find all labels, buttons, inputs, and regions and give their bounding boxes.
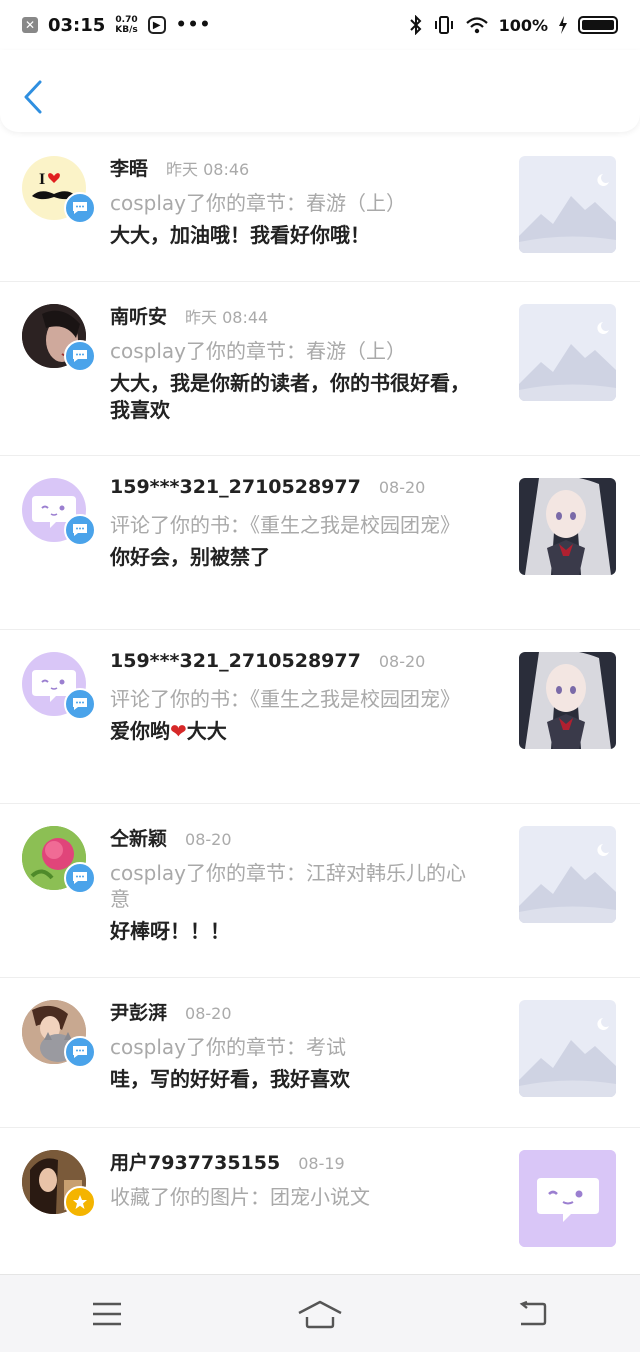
activity-text: cosplay了你的章节：江辞对韩乐儿的心意 — [110, 861, 466, 911]
network-speed: 0.70 KB/s — [115, 15, 138, 35]
timestamp: 08-19 — [298, 1154, 345, 1173]
list-item[interactable]: 尹彭湃 08-20 cosplay了你的章节：考试 哇，写的好好看，我好喜欢 — [0, 978, 640, 1128]
status-bar: ✕ 03:15 0.70 KB/s ▶ ••• 100% — [0, 0, 640, 50]
avatar[interactable] — [22, 1150, 96, 1218]
chat-badge-icon — [64, 192, 96, 224]
mountain-placeholder-thumbnail[interactable] — [519, 1000, 616, 1097]
bluetooth-icon — [409, 15, 421, 35]
list-item[interactable]: 南听安 昨天 08:44 cosplay了你的章节：春游（上） 大大，我是你新的… — [0, 282, 640, 456]
user-name[interactable]: 李晤 — [110, 154, 148, 181]
list-item[interactable]: 159***321_2710528977 08-20 评论了你的书：《重生之我是… — [0, 456, 640, 630]
activity-text: cosplay了你的章节：考试 — [110, 1035, 346, 1059]
chevron-left-icon — [24, 80, 42, 114]
more-notifications-icon: ••• — [175, 15, 212, 35]
timestamp: 08-20 — [378, 652, 426, 671]
media-icon: ▶ — [147, 16, 166, 34]
user-name[interactable]: 尹彭湃 — [110, 998, 167, 1025]
user-name[interactable]: 159***321_2710528977 — [110, 476, 361, 498]
activity-text: 评论了你的书：《重生之我是校园团宠》 — [110, 513, 460, 537]
comment-text: 大大，我是你新的读者，你的书很好看，我喜欢 — [110, 371, 470, 422]
timestamp: 08-20 — [185, 1004, 232, 1023]
comment-text: 哇，写的好好看，我好喜欢 — [110, 1067, 350, 1091]
chat-badge-icon — [64, 340, 96, 372]
menu-button[interactable] — [77, 1294, 137, 1334]
avatar[interactable] — [22, 478, 96, 546]
list-item[interactable]: 159***321_2710528977 08-20 评论了你的书：《重生之我是… — [0, 630, 640, 804]
charging-icon — [559, 16, 567, 34]
timestamp: 08-20 — [378, 478, 426, 497]
timestamp: 昨天 08:46 — [166, 160, 250, 179]
svg-text:I: I — [39, 171, 45, 188]
menu-icon — [92, 1302, 121, 1325]
home-icon — [298, 1300, 342, 1328]
system-nav-bar — [0, 1274, 640, 1352]
mountain-placeholder-thumbnail[interactable] — [519, 304, 616, 401]
avatar[interactable]: I — [22, 156, 96, 224]
user-name[interactable]: 仝新颖 — [110, 824, 167, 851]
anime-girl-thumbnail[interactable] — [519, 478, 616, 575]
chat-badge-icon — [64, 862, 96, 894]
chat-badge-icon — [64, 688, 96, 720]
home-button[interactable] — [290, 1294, 350, 1334]
mountain-placeholder-thumbnail[interactable] — [519, 826, 616, 923]
wifi-icon — [465, 17, 488, 34]
user-name[interactable]: 159***321_2710528977 — [110, 650, 361, 672]
notification-list: I 李晤 昨天 08:46 cosplay了你的章节：春游（上） 大大，加油哦！… — [0, 134, 640, 1272]
avatar[interactable] — [22, 304, 96, 372]
activity-text: cosplay了你的章节：春游（上） — [110, 191, 406, 215]
user-name[interactable]: 南听安 — [110, 302, 167, 329]
battery-percent: 100% — [498, 15, 548, 35]
avatar[interactable] — [22, 652, 96, 720]
timestamp: 昨天 08:44 — [185, 308, 269, 327]
chat-bubble-placeholder-thumbnail[interactable] — [519, 1150, 616, 1247]
chat-badge-icon — [64, 1036, 96, 1068]
anime-girl-thumbnail[interactable] — [519, 652, 616, 749]
status-time: 03:15 — [48, 14, 106, 36]
list-item[interactable]: 用户7937735155 08-19 收藏了你的图片：团宠小说文 — [0, 1128, 640, 1272]
list-item[interactable]: I 李晤 昨天 08:46 cosplay了你的章节：春游（上） 大大，加油哦！… — [0, 134, 640, 282]
comment-text: 你好会，别被禁了 — [110, 545, 270, 569]
comment-text: 大大，加油哦！我看好你哦！ — [110, 223, 370, 247]
header — [0, 50, 640, 132]
notification-icon: ✕ — [22, 17, 38, 33]
avatar[interactable] — [22, 826, 96, 894]
back-icon — [519, 1300, 547, 1325]
activity-text: 收藏了你的图片：团宠小说文 — [110, 1185, 370, 1209]
timestamp: 08-20 — [185, 830, 232, 849]
activity-text: cosplay了你的章节：春游（上） — [110, 339, 406, 363]
mountain-placeholder-thumbnail[interactable] — [519, 156, 616, 253]
back-button[interactable] — [18, 78, 54, 118]
vibrate-icon — [434, 16, 453, 34]
avatar[interactable] — [22, 1000, 96, 1068]
activity-text: 评论了你的书：《重生之我是校园团宠》 — [110, 687, 460, 711]
chat-badge-icon — [64, 514, 96, 546]
list-item[interactable]: 仝新颖 08-20 cosplay了你的章节：江辞对韩乐儿的心意 好棒呀！！！ — [0, 804, 640, 978]
back-nav-button[interactable] — [503, 1294, 563, 1334]
comment-text: 爱你哟❤大大 — [110, 719, 227, 743]
heart-emoji-icon: ❤ — [170, 719, 187, 743]
user-name[interactable]: 用户7937735155 — [110, 1148, 280, 1175]
comment-text: 好棒呀！！！ — [110, 919, 230, 943]
battery-icon — [578, 16, 618, 34]
star-badge-icon — [64, 1186, 96, 1218]
